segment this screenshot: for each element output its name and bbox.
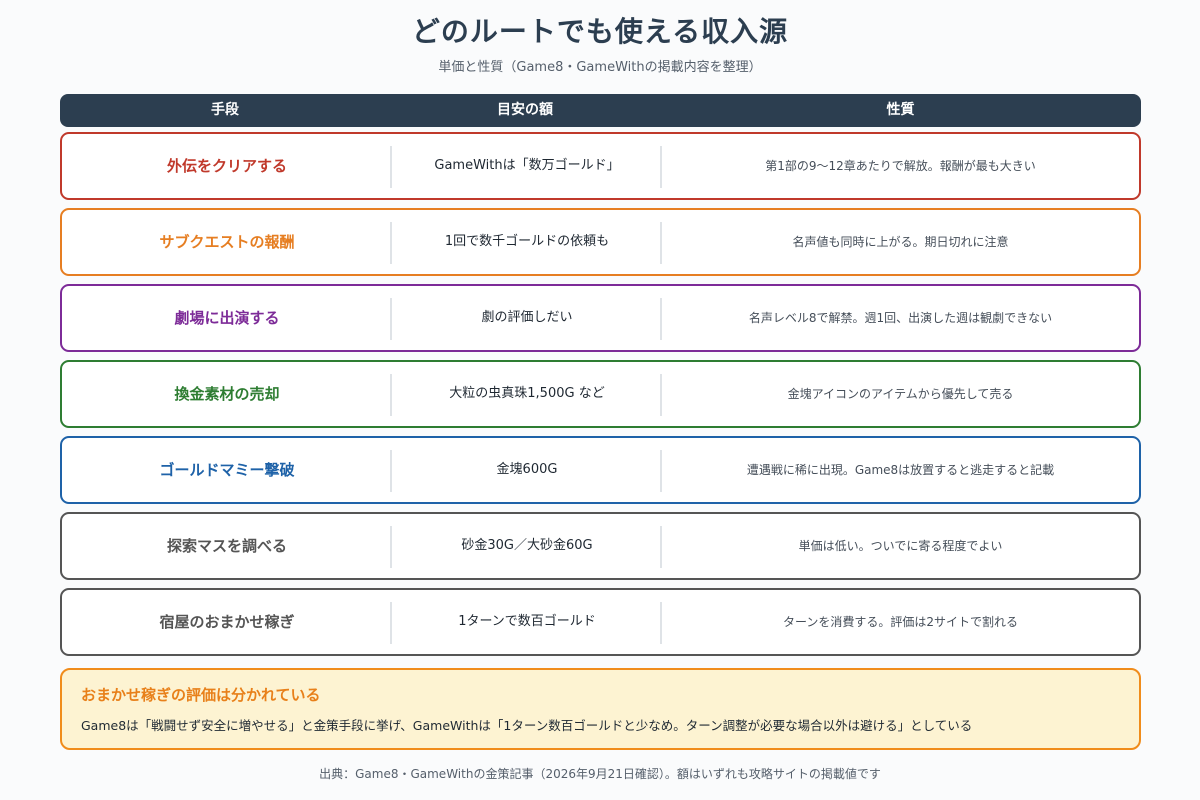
row-note: 名声値も同時に上がる。期日切れに注意 [792,235,1009,249]
row-note: 遭遇戦に稀に出現。Game8は放置すると逃走すると記載 [746,463,1055,477]
source-footer: 出典：Game8・GameWithの金策記事（2026年9月21日確認）。額はい… [319,767,881,781]
page: どのルートでも使える収入源 単価と性質（Game8・GameWithの掲載内容を… [0,0,1200,800]
table-row: 換金素材の売却 大粒の虫真珠1,500G など 金塊アイコンのアイテムから優先し… [60,360,1141,428]
row-note: 第1部の9〜12章あたりで解放。報酬が最も大きい [765,159,1036,173]
row-amount: 1ターンで数百ゴールド [458,614,596,629]
header-method: 手段 [211,102,239,118]
row-amount: 大粒の虫真珠1,500G など [449,386,605,401]
row-method: 探索マスを調べる [166,537,287,555]
row-method: ゴールドマミー撃破 [159,461,295,479]
row-amount: 劇の評価しだい [481,310,573,325]
table-row: サブクエストの報酬 1回で数千ゴールドの依頼も 名声値も同時に上がる。期日切れに… [60,208,1141,276]
callout-title: おまかせ稼ぎの評価は分かれている [81,686,321,704]
row-method: 外伝をクリアする [166,157,287,175]
table-row: 探索マスを調べる 砂金30G／大砂金60G 単価は低い。ついでに寄る程度でよい [60,512,1141,580]
row-amount: 金塊600G [496,462,558,477]
header-note: 性質 [886,102,915,118]
page-subtitle: 単価と性質（Game8・GameWithの掲載内容を整理） [438,60,762,75]
row-method: 換金素材の売却 [174,385,280,403]
table-row: ゴールドマミー撃破 金塊600G 遭遇戦に稀に出現。Game8は放置すると逃走す… [60,436,1141,504]
table-row: 宿屋のおまかせ稼ぎ 1ターンで数百ゴールド ターンを消費する。評価は2サイトで割… [60,588,1141,656]
row-note: 金塊アイコンのアイテムから優先して売る [787,387,1014,401]
callout-body: Game8は「戦闘せず安全に増やせる」と金策手段に挙げ、GameWithは「1タ… [81,718,973,733]
table-header: 手段 目安の額 性質 [60,94,1141,127]
row-note: 単価は低い。ついでに寄る程度でよい [798,539,1003,553]
row-amount: 1回で数千ゴールドの依頼も [444,234,610,249]
table-row: 外伝をクリアする GameWithは「数万ゴールド」 第1部の9〜12章あたりで… [60,132,1141,200]
page-title: どのルートでも使える収入源 [411,15,789,48]
header-amount: 目安の額 [497,102,553,118]
row-amount: GameWithは「数万ゴールド」 [434,158,620,173]
row-note: ターンを消費する。評価は2サイトで割れる [782,615,1019,629]
row-method: 宿屋のおまかせ稼ぎ [159,613,295,631]
row-method: 劇場に出演する [174,309,280,327]
evaluation-callout: おまかせ稼ぎの評価は分かれている Game8は「戦闘せず安全に増やせる」と金策手… [60,668,1141,750]
row-method: サブクエストの報酬 [159,233,295,251]
row-note: 名声レベル8で解禁。週1回、出演した週は観劇できない [748,311,1053,325]
row-amount: 砂金30G／大砂金60G [461,538,593,553]
table-row: 劇場に出演する 劇の評価しだい 名声レベル8で解禁。週1回、出演した週は観劇でき… [60,284,1141,352]
